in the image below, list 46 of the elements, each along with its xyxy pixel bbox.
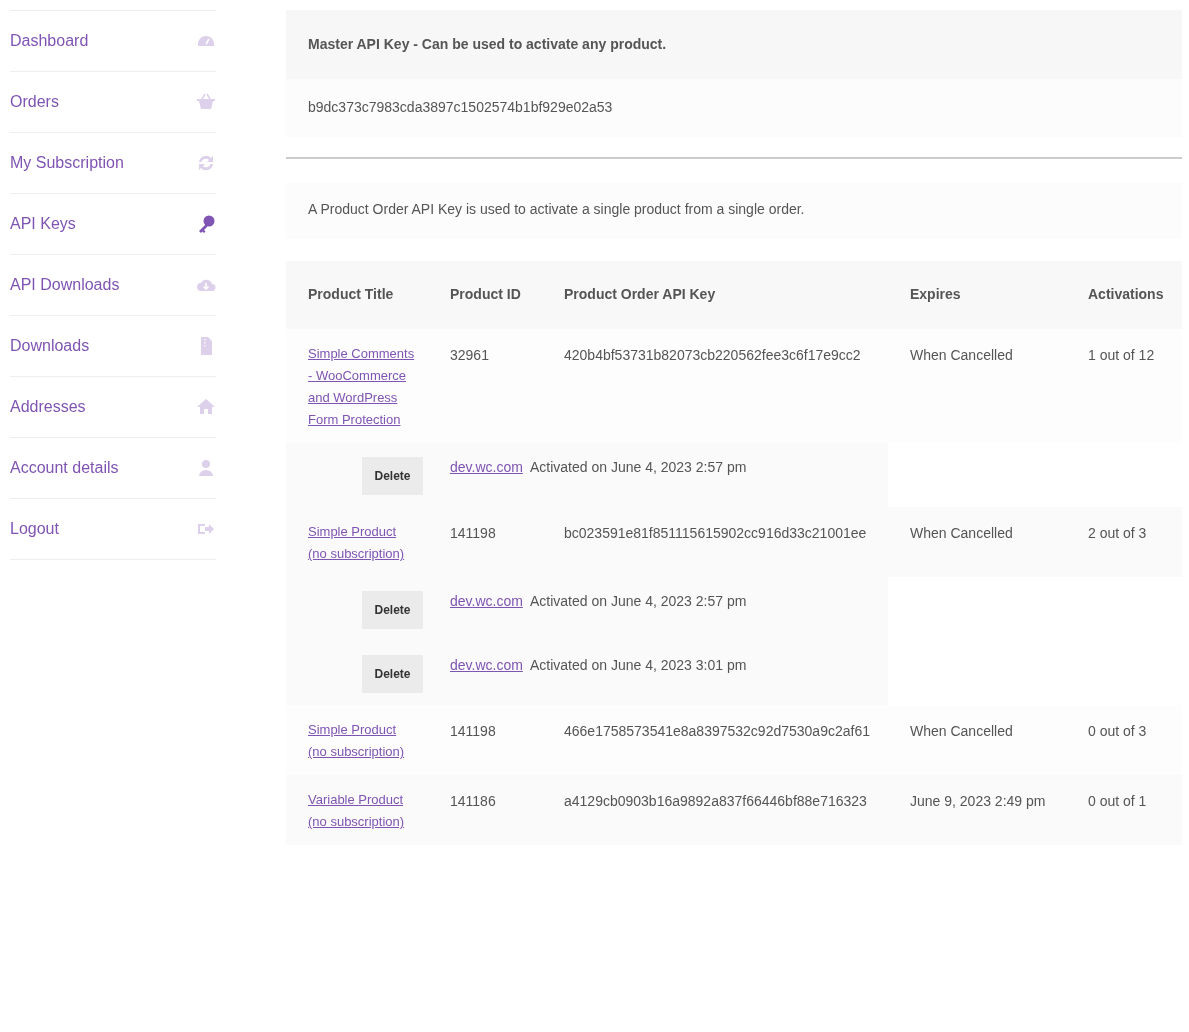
activation-count: 2 out of 3 [1088,525,1147,541]
product-title-link[interactable]: Simple Product (no subscription) [308,719,416,763]
activation-date: Activated on June 4, 2023 2:57 pm [530,459,748,475]
product-id: 141198 [450,525,496,541]
sidebar-item[interactable]: Dashboard [10,11,216,72]
sidebar-item[interactable]: My Subscription [10,133,216,194]
domain-link[interactable]: dev.wc.com [450,459,523,475]
product-id: 32961 [450,347,489,363]
column-header: Product ID [450,286,521,302]
sidebar-item[interactable]: Addresses [10,377,216,438]
api-key: 420b4bf53731b82073cb220562fee3c6f17e9cc2 [564,347,861,363]
product-id: 141198 [450,723,496,739]
expiry-date: When Cancelled [910,525,1013,541]
column-header: Product Order API Key [564,286,716,302]
delete-button[interactable]: Delete [362,591,423,629]
product-title-link[interactable]: Variable Product (no subscription) [308,789,416,833]
activation-count: 0 out of 3 [1088,723,1147,739]
expiry-date: June 9, 2023 2:49 pm [910,793,1046,809]
master-key-value: b9dc373c7983cda3897c1502574b1bf929e02a53 [308,99,613,115]
delete-button[interactable]: Delete [362,457,423,495]
sidebar-item[interactable]: Downloads [10,316,216,377]
product-title-link[interactable]: Simple Product (no subscription) [308,521,416,565]
api-key: bc023591e81f851115615902cc916d33c21001ee [564,525,867,541]
master-key-heading: Master API Key - Can be used to activate any product. [308,36,667,52]
sidebar-item[interactable]: Orders [10,72,216,133]
domain-link[interactable]: dev.wc.com [450,593,523,609]
product-key-note: A Product Order API Key is used to activate a single product from a single order. [308,201,805,217]
delete-button[interactable]: Delete [362,655,423,693]
expiry-date: When Cancelled [910,347,1013,363]
column-header: Activations [1088,286,1164,302]
product-title-link[interactable]: Simple Comments - WooCommerce and WordPress Form Protection [308,343,416,431]
domain-link[interactable]: dev.wc.com [450,657,523,673]
activation-count: 1 out of 12 [1088,347,1155,363]
api-key: 466e1758573541e8a8397532c92d7530a9c2af61 [564,723,870,739]
sidebar-item[interactable]: API Keys [10,194,216,255]
sidebar-item[interactable]: API Downloads [10,255,216,316]
api-key: a4129cb0903b16a9892a837f66446bf88e716323 [564,793,867,809]
sidebar-item[interactable]: Logout [10,499,216,560]
expiry-date: When Cancelled [910,723,1013,739]
column-header: Expires [910,286,961,302]
product-id: 141186 [450,793,496,809]
activation-date: Activated on June 4, 2023 3:01 pm [530,657,748,673]
activation-count: 0 out of 1 [1088,793,1147,809]
column-header: Product Title [308,286,394,302]
activation-date: Activated on June 4, 2023 2:57 pm [530,593,748,609]
sidebar-item[interactable]: Account details [10,438,216,499]
